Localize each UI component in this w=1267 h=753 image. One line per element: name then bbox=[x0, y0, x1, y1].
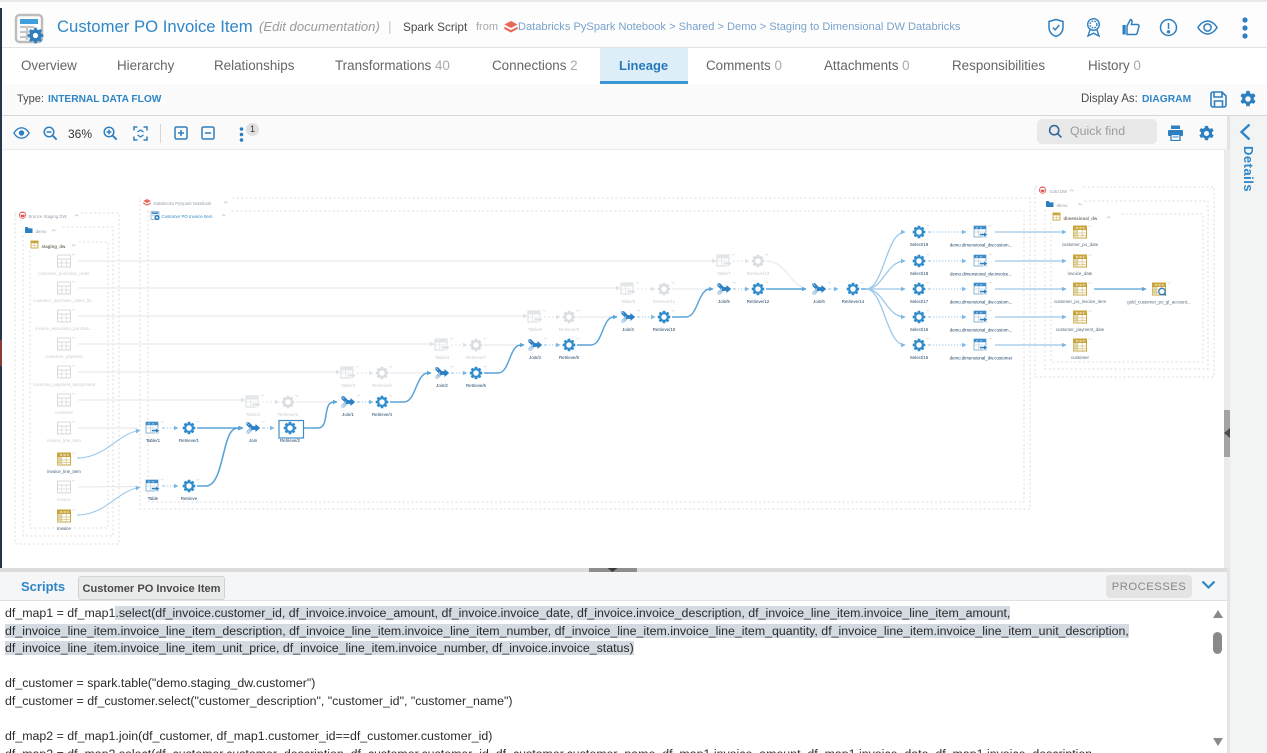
svg-text:Bronze Staging DW: Bronze Staging DW bbox=[29, 214, 68, 219]
svg-text:Join: Join bbox=[249, 438, 258, 443]
svg-text:Retrieve/14: Retrieve/14 bbox=[842, 299, 865, 304]
svg-text:Retrieve/11: Retrieve/11 bbox=[653, 299, 676, 304]
svg-text:Table/5: Table/5 bbox=[528, 327, 543, 332]
svg-text:customer_po_invoice_item: customer_po_invoice_item bbox=[1054, 299, 1107, 304]
svg-text:customer_payment_assignment: customer_payment_assignment bbox=[33, 382, 96, 387]
svg-text:Select/18: Select/18 bbox=[910, 271, 929, 276]
svg-text:Select/17: Select/17 bbox=[910, 299, 929, 304]
svg-text:customer: customer bbox=[55, 410, 74, 415]
svg-text:Gold DW: Gold DW bbox=[1050, 189, 1069, 194]
svg-text:customer_payment_date: customer_payment_date bbox=[1056, 327, 1105, 332]
svg-text:Retrieve/2: Retrieve/2 bbox=[280, 438, 301, 443]
svg-text:demo.dimensional_dw.custom...: demo.dimensional_dw.custom... bbox=[950, 243, 1012, 248]
svg-text:staging_dw: staging_dw bbox=[42, 244, 67, 249]
svg-text:Table/4: Table/4 bbox=[435, 355, 450, 360]
svg-text:Join/1: Join/1 bbox=[342, 412, 354, 417]
svg-text:Retrieve/5: Retrieve/5 bbox=[372, 383, 393, 388]
svg-text:Retrieve/3: Retrieve/3 bbox=[278, 412, 299, 417]
svg-text:invoice_date: invoice_date bbox=[1068, 271, 1093, 276]
svg-text:customer_payment: customer_payment bbox=[45, 354, 83, 359]
svg-text:Table/2: Table/2 bbox=[246, 412, 261, 417]
svg-text:Retrieve/9: Retrieve/9 bbox=[559, 327, 580, 332]
svg-text:gold_customer_po_gl_account...: gold_customer_po_gl_account... bbox=[1127, 300, 1190, 305]
svg-text:dimensional_dw: dimensional_dw bbox=[1064, 216, 1098, 221]
svg-text:invoice_line_item: invoice_line_item bbox=[47, 438, 81, 443]
svg-text:Retrieve/4: Retrieve/4 bbox=[372, 412, 393, 417]
svg-text:Retrieve/13: Retrieve/13 bbox=[747, 271, 770, 276]
svg-text:Retrieve/10: Retrieve/10 bbox=[653, 327, 676, 332]
svg-text:Join/4: Join/4 bbox=[622, 327, 634, 332]
svg-text:Retrieve: Retrieve bbox=[181, 496, 198, 501]
svg-text:Retrieve/8: Retrieve/8 bbox=[559, 355, 580, 360]
svg-text:demo.dimensional_dw.invoice...: demo.dimensional_dw.invoice... bbox=[950, 272, 1012, 277]
svg-text:Retrieve/1: Retrieve/1 bbox=[179, 438, 200, 443]
svg-text:customer_purchase_order: customer_purchase_order bbox=[38, 271, 90, 276]
svg-text:Select/15: Select/15 bbox=[910, 355, 929, 360]
svg-text:Select/19: Select/19 bbox=[910, 242, 929, 247]
svg-text:invoice: invoice bbox=[57, 497, 71, 502]
svg-text:Retrieve/7: Retrieve/7 bbox=[466, 355, 487, 360]
svg-text:Table: Table bbox=[148, 496, 159, 501]
svg-text:customer_purchase_order_lin...: customer_purchase_order_lin... bbox=[33, 298, 95, 303]
svg-text:invoice_line_item: invoice_line_item bbox=[47, 469, 81, 474]
svg-text:demo.dimensional_dw.custom...: demo.dimensional_dw.custom... bbox=[950, 300, 1012, 305]
svg-text:Retrieve/12: Retrieve/12 bbox=[747, 299, 770, 304]
svg-text:demo: demo bbox=[36, 229, 47, 234]
svg-text:Join/5: Join/5 bbox=[718, 299, 730, 304]
svg-text:customer: customer bbox=[1071, 355, 1090, 360]
svg-text:Join/3: Join/3 bbox=[529, 355, 541, 360]
svg-text:demo.dimensional_dw.custom...: demo.dimensional_dw.custom... bbox=[950, 328, 1012, 333]
svg-text:Customer PO Invoice Item: Customer PO Invoice Item bbox=[162, 214, 213, 219]
svg-text:demo: demo bbox=[1057, 203, 1068, 208]
svg-text:invoice: invoice bbox=[57, 526, 71, 531]
svg-text:Join/6: Join/6 bbox=[813, 299, 825, 304]
svg-text:invoice_associatio_purchas...: invoice_associatio_purchas... bbox=[35, 326, 92, 331]
svg-text:Select/16: Select/16 bbox=[910, 327, 929, 332]
svg-text:Join/2: Join/2 bbox=[436, 383, 448, 388]
svg-text:Table/1: Table/1 bbox=[146, 438, 161, 443]
svg-text:Table/6: Table/6 bbox=[621, 299, 636, 304]
svg-text:customer_po_date: customer_po_date bbox=[1062, 242, 1099, 247]
svg-text:demo.dimensional_dw.customer: demo.dimensional_dw.customer bbox=[950, 356, 1013, 361]
svg-text:Table/7: Table/7 bbox=[717, 271, 732, 276]
svg-text:Retrieve/6: Retrieve/6 bbox=[466, 383, 487, 388]
svg-text:Databricks PySpark Notebook: Databricks PySpark Notebook bbox=[154, 201, 213, 206]
svg-text:Table/3: Table/3 bbox=[341, 383, 356, 388]
